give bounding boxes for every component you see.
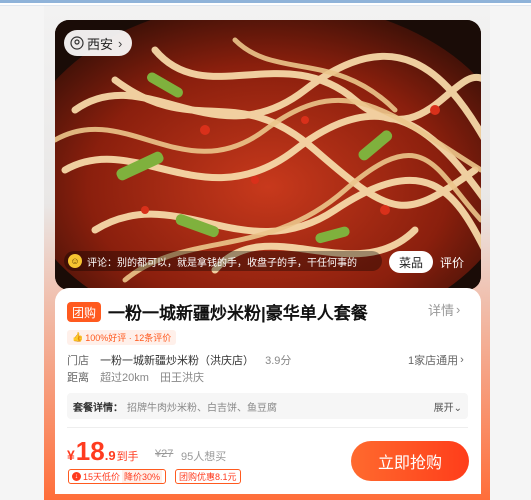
original-price: ¥27 — [155, 448, 174, 460]
stores-link-label: 1家店通用 — [408, 355, 459, 367]
noodle-dish-illustration — [55, 20, 481, 290]
final-price: ¥ 18 .9 到手 — [67, 436, 139, 467]
price-drop-text: 降价30% — [122, 470, 163, 483]
distance-row: 距离 超过20km 田王洪庆 — [67, 369, 204, 385]
detail-label: 详情 — [428, 303, 455, 318]
smiley-icon: ☺ — [68, 254, 82, 268]
hero-food-image[interactable] — [55, 20, 481, 290]
right-gutter — [490, 6, 531, 500]
stores-link[interactable]: 1家店通用 › — [408, 352, 464, 368]
divider — [67, 427, 468, 428]
deal-title: 一粉一城新疆炒米粉|豪华单人套餐 — [108, 304, 368, 323]
left-gutter — [0, 6, 44, 500]
rating-badge: 👍 100%好评 · 12条评价 — [67, 330, 177, 345]
location-pin-icon — [70, 36, 84, 50]
chevron-right-icon: › — [460, 354, 464, 366]
wants-count: 95人想买 — [181, 451, 227, 463]
review-snippet: 评论：别的都可以，就是拿钱的手，收盘子的手，干任何事的 — [87, 257, 357, 269]
detail-link[interactable]: 详情 › — [428, 300, 460, 319]
store-name: 一粉一城新疆炒米粉（洪庆店） — [100, 355, 255, 367]
tab-reviews[interactable]: 评价 — [434, 251, 470, 273]
chevron-right-icon: › — [456, 302, 461, 317]
distance-label: 距离 — [67, 372, 89, 384]
store-label: 门店 — [67, 355, 89, 367]
tab-dish[interactable]: 菜品 — [389, 251, 433, 273]
arrow-down-icon: ↓ — [72, 472, 81, 481]
expand-toggle[interactable]: 展开⌄ — [434, 399, 462, 414]
buy-now-button[interactable]: 立即抢购 — [351, 441, 469, 481]
expand-label: 展开 — [433, 403, 454, 414]
distance-value: 超过20km — [100, 372, 149, 384]
package-details[interactable]: 套餐详情： 招牌牛肉炒米粉、白吉饼、鱼豆腐 展开⌄ — [67, 393, 468, 419]
store-score: 3.9分 — [265, 355, 292, 367]
city-name: 西安 — [87, 36, 114, 52]
package-label: 套餐详情： — [73, 402, 123, 414]
area-name: 田王洪庆 — [160, 372, 205, 384]
low-price-badge: ↓ 15天低价 降价30% — [68, 469, 167, 484]
browser-top-border — [0, 0, 531, 3]
thumbs-up-icon: 👍 — [72, 332, 84, 342]
group-buy-tag: 团购 — [67, 302, 102, 322]
chevron-down-icon: ⌄ — [453, 403, 462, 414]
currency-symbol: ¥ — [67, 447, 75, 463]
store-row[interactable]: 门店 一粉一城新疆炒米粉（洪庆店） 3.9分 — [67, 352, 291, 368]
rating-text: 100%好评 · 12条评价 — [85, 333, 172, 343]
price-suffix: 到手 — [116, 451, 139, 463]
chevron-right-icon: › — [118, 35, 123, 51]
city-selector[interactable]: 西安 › — [64, 30, 133, 56]
review-ticker[interactable]: ☺ 评论：别的都可以，就是拿钱的手，收盘子的手，干任何事的 — [64, 251, 382, 271]
package-items: 招牌牛肉炒米粉、白吉饼、鱼豆腐 — [127, 402, 277, 414]
coupon-badge: 团购优惠8.1元 — [175, 469, 241, 484]
price-integer: 18 — [75, 436, 105, 466]
low-price-text: 15天低价 — [83, 472, 121, 482]
price-decimal: .9 — [104, 448, 116, 463]
